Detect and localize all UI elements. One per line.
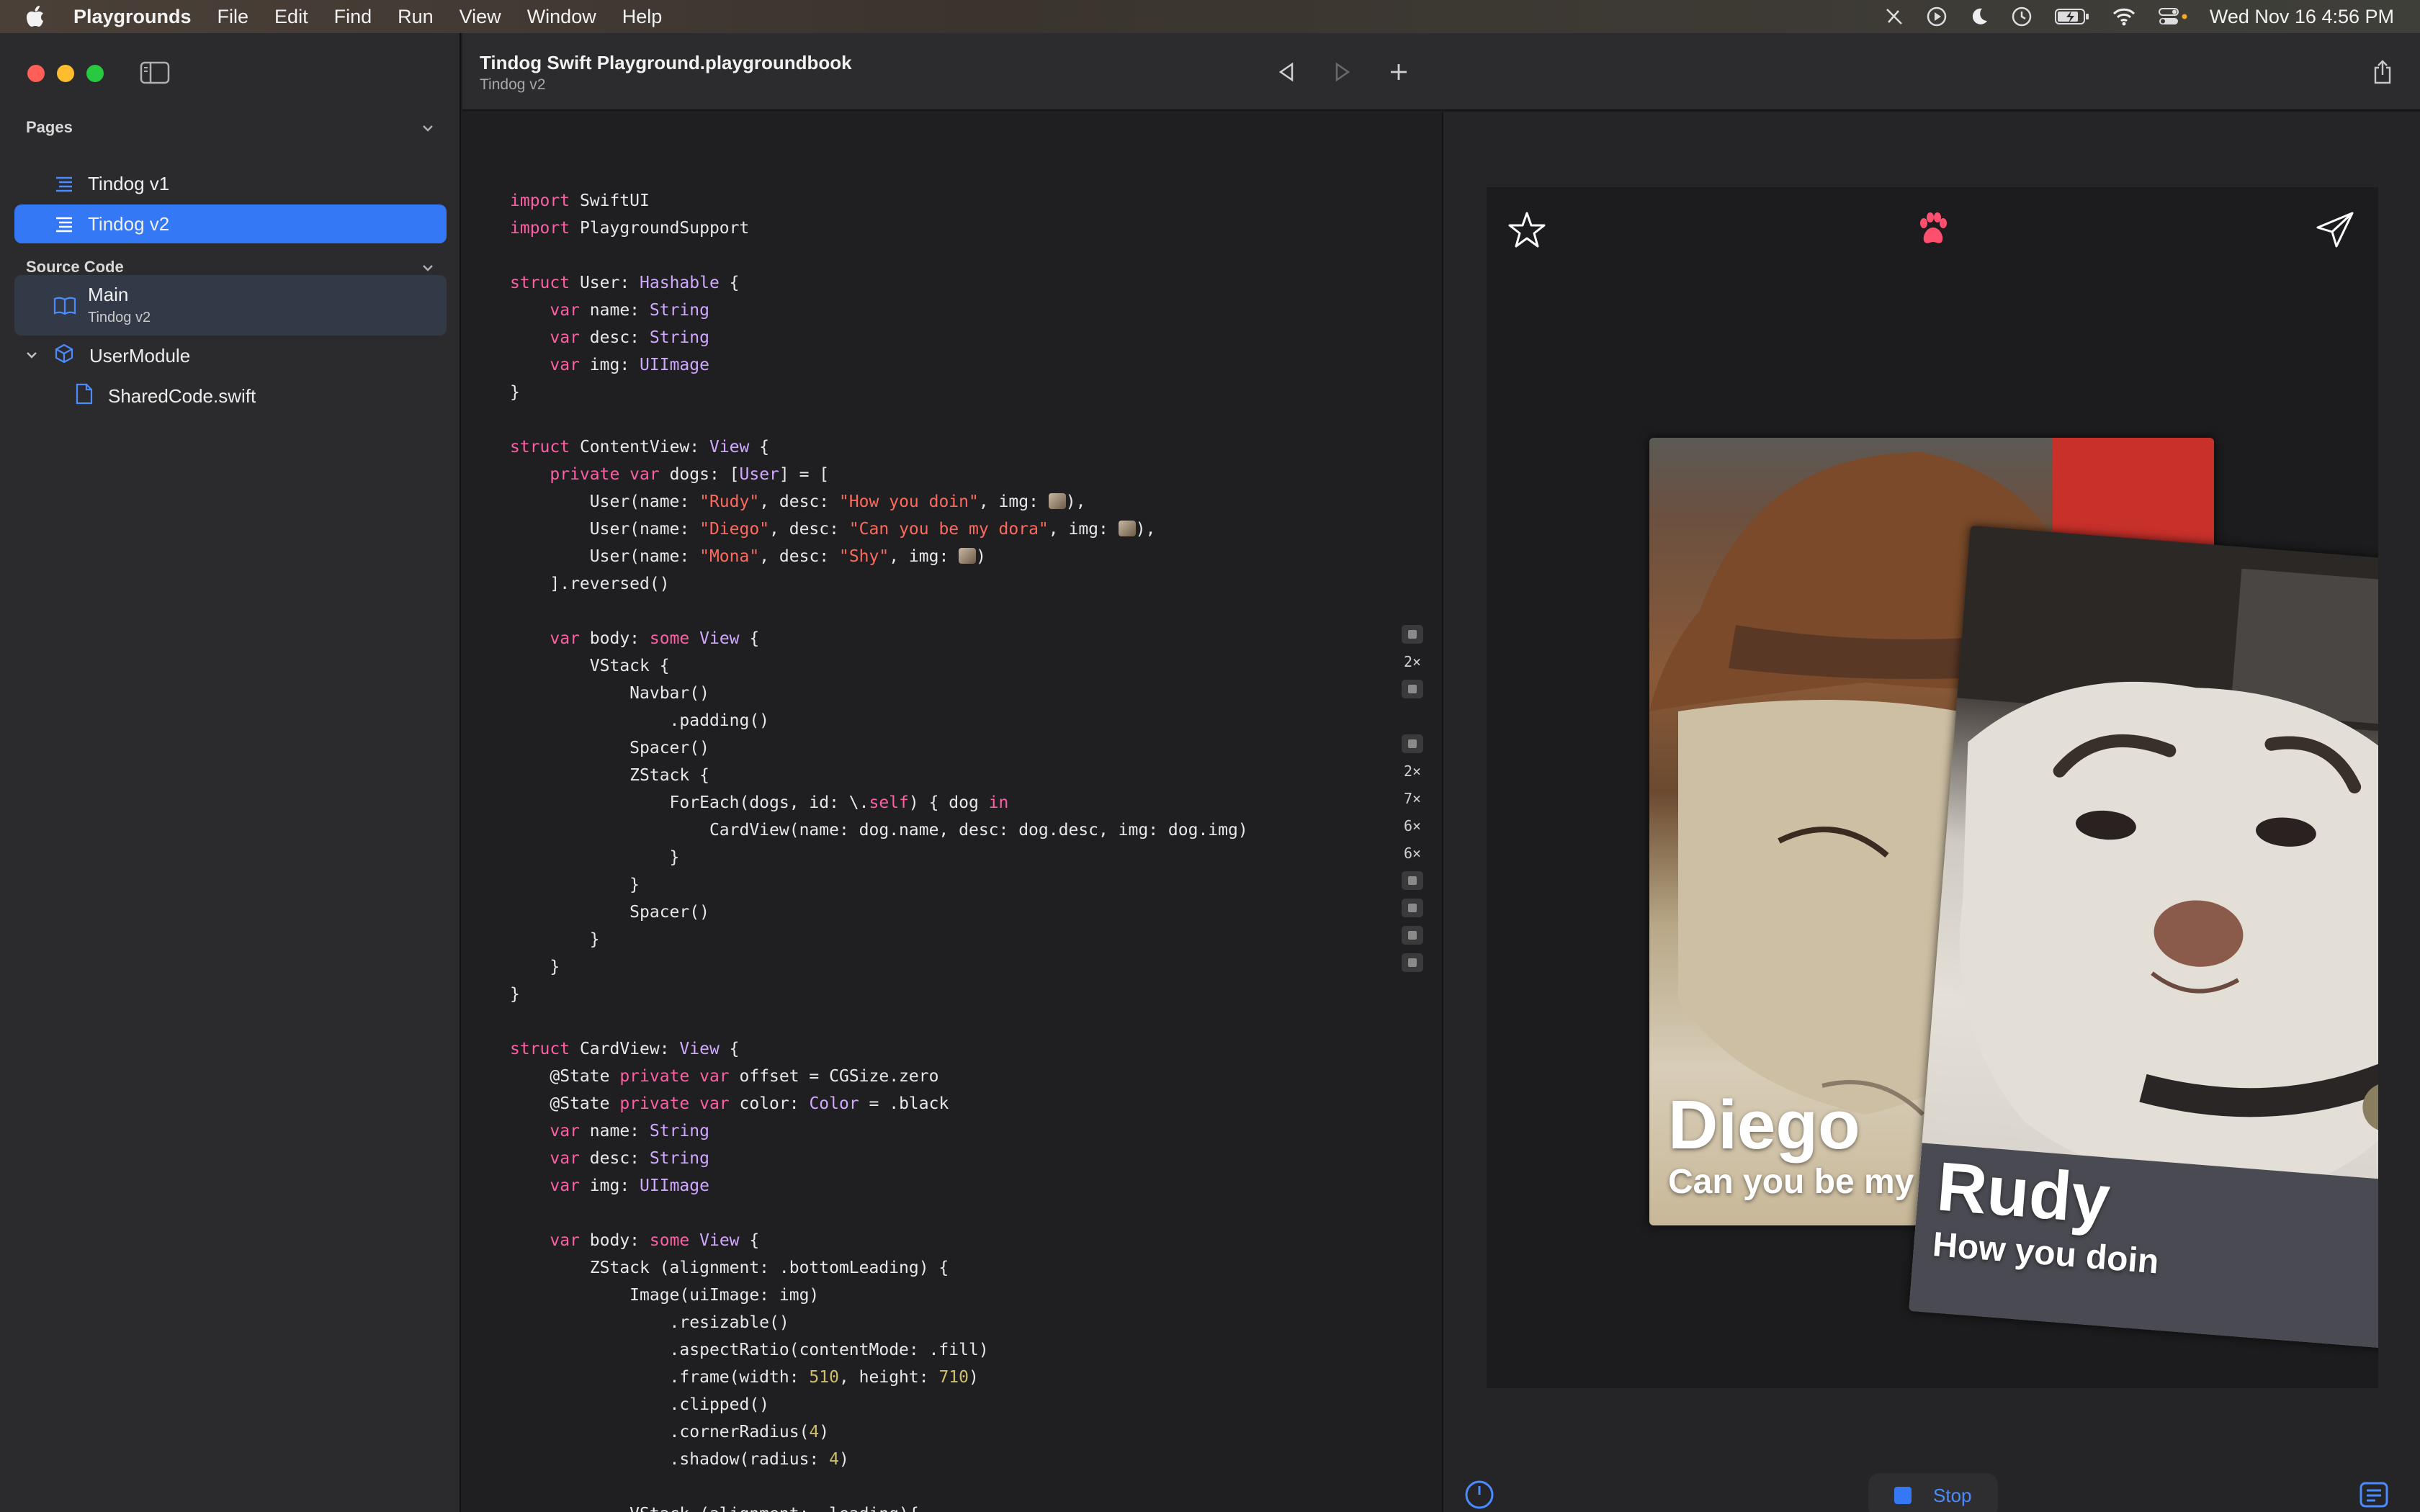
pages-section-header[interactable]: Pages: [26, 118, 73, 137]
sidebar-item-label: Main: [88, 284, 129, 305]
menu-app-name[interactable]: Playgrounds: [73, 6, 192, 28]
swift-file-icon: [75, 383, 94, 410]
status-area: Wed Nov 16 4:56 PM: [1884, 0, 2394, 33]
result-count-badge[interactable]: 2×: [1402, 652, 1423, 671]
editor-toolbar: Tindog Swift Playground.playgroundbook T…: [462, 33, 2420, 111]
result-count-badge[interactable]: 6×: [1402, 816, 1423, 835]
source-code-section-header[interactable]: Source Code: [26, 258, 124, 276]
playground-window: Pages Tindog v1 Tindog v2 Source Code Ma…: [0, 33, 2420, 1512]
menu-run[interactable]: Run: [398, 6, 434, 28]
sidebar-item-tindog-v1[interactable]: Tindog v1: [14, 164, 447, 203]
minimize-window-button[interactable]: [57, 65, 74, 82]
menu-window[interactable]: Window: [527, 6, 596, 28]
result-badge[interactable]: [1402, 734, 1423, 753]
card-name: Diego: [1668, 1086, 1860, 1164]
menu-view[interactable]: View: [460, 6, 501, 28]
dog-card-rudy[interactable]: Rudy How you doin: [1909, 526, 2378, 1356]
result-badge[interactable]: [1402, 680, 1423, 698]
control-center-icon[interactable]: [2158, 6, 2188, 27]
sidebar-item-label: Tindog v2: [88, 212, 170, 235]
menu-find[interactable]: Find: [334, 6, 372, 28]
share-icon[interactable]: [2370, 59, 2396, 85]
result-count-badge[interactable]: 2×: [1402, 762, 1423, 780]
add-plus-icon[interactable]: [1386, 59, 1412, 85]
page-lines-icon: [53, 213, 75, 235]
menu-edit[interactable]: Edit: [274, 6, 308, 28]
disclosure-chevron-icon[interactable]: [24, 345, 39, 367]
tree-item-sharedcode[interactable]: SharedCode.swift: [75, 383, 256, 410]
sidebar-item-label: Tindog v1: [88, 172, 170, 194]
live-view-screen[interactable]: Diego Can you be my dora Rudy How you do…: [1487, 187, 2378, 1388]
maximize-window-button[interactable]: [86, 65, 104, 82]
wifi-icon[interactable]: [2112, 7, 2136, 26]
sidebar-toggle-icon[interactable]: [140, 60, 170, 85]
result-count-badge[interactable]: 7×: [1402, 789, 1423, 808]
back-triangle-icon[interactable]: [1273, 59, 1299, 85]
moon-icon[interactable]: [1969, 6, 1989, 27]
sidebar-item-main[interactable]: Main Tindog v2: [14, 275, 447, 336]
card-name: Rudy: [1934, 1148, 2113, 1238]
time-machine-icon[interactable]: [2011, 6, 2033, 27]
result-badge[interactable]: [1402, 871, 1423, 890]
tree-item-label: SharedCode.swift: [108, 385, 256, 407]
tree-item-label: UserModule: [89, 345, 191, 366]
play-circle-icon[interactable]: [1926, 6, 1948, 27]
apple-icon[interactable]: [26, 6, 46, 27]
forward-triangle-icon[interactable]: [1330, 59, 1355, 85]
pen-off-icon[interactable]: [1884, 6, 1904, 27]
console-log-icon[interactable]: [2358, 1479, 2390, 1511]
result-count-badge[interactable]: 6×: [1402, 844, 1423, 863]
speed-gauge-icon[interactable]: [1464, 1479, 1495, 1511]
code-editor[interactable]: import SwiftUI import PlaygroundSupport …: [462, 112, 1440, 1512]
menu-help[interactable]: Help: [622, 6, 663, 28]
chevron-down-icon[interactable]: [421, 261, 435, 275]
sidebar-item-sublabel: Tindog v2: [88, 310, 151, 325]
module-cube-icon: [53, 343, 75, 369]
star-icon[interactable]: [1505, 209, 1549, 252]
close-window-button[interactable]: [27, 65, 45, 82]
menu-bar: Playgrounds File Edit Find Run View Wind…: [0, 0, 2420, 33]
stop-button[interactable]: Stop: [1868, 1473, 1998, 1512]
result-badge[interactable]: [1402, 899, 1423, 917]
result-badge[interactable]: [1402, 926, 1423, 945]
document-subtitle: Tindog v2: [480, 76, 546, 93]
paw-icon[interactable]: [1912, 209, 1955, 252]
sidebar: Pages Tindog v1 Tindog v2 Source Code Ma…: [0, 33, 461, 1512]
source-code: import SwiftUI import PlaygroundSupport …: [510, 192, 1248, 1512]
result-badge[interactable]: [1402, 625, 1423, 644]
stop-button-label: Stop: [1933, 1484, 1972, 1506]
document-title: Tindog Swift Playground.playgroundbook: [480, 52, 852, 73]
menu-file[interactable]: File: [218, 6, 249, 28]
chevron-down-icon[interactable]: [421, 121, 435, 135]
live-view: Diego Can you be my dora Rudy How you do…: [1442, 112, 2420, 1512]
sidebar-item-tindog-v2[interactable]: Tindog v2: [14, 204, 447, 243]
result-badge[interactable]: [1402, 953, 1423, 972]
stop-square-icon: [1894, 1487, 1912, 1504]
page-lines-icon: [53, 173, 75, 194]
book-icon: [53, 294, 76, 316]
battery-icon[interactable]: [2054, 7, 2090, 26]
window-controls: [27, 65, 104, 82]
menu-clock[interactable]: Wed Nov 16 4:56 PM: [2210, 6, 2394, 28]
tree-item-usermodule[interactable]: UserModule: [24, 343, 190, 369]
send-paper-plane-icon[interactable]: [2313, 209, 2357, 252]
